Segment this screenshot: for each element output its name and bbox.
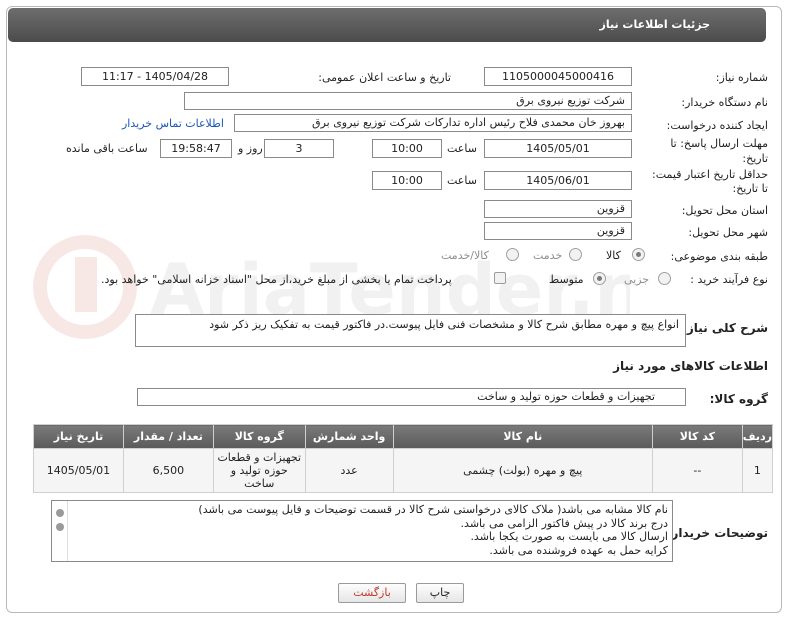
col-header-code: کد کالا bbox=[651, 424, 743, 449]
delivery-province-field: قزوین bbox=[484, 200, 632, 218]
col-header-unit: واحد شمارش bbox=[304, 424, 394, 449]
deadline-date-field: 1405/05/01 bbox=[484, 139, 632, 158]
col-header-date: تاریخ نیاز bbox=[33, 424, 124, 449]
buyer-org-label: نام دستگاه خریدار: bbox=[681, 96, 768, 109]
goods-section-title: اطلاعات کالاهای مورد نیاز bbox=[613, 359, 768, 373]
delivery-province-label: استان محل تحویل: bbox=[681, 204, 768, 217]
announce-datetime-field: 1405/04/28 - 11:17 bbox=[81, 67, 229, 86]
announce-datetime-label: تاریخ و ساعت اعلان عمومی: bbox=[318, 71, 451, 84]
col-header-name: نام کالا bbox=[392, 424, 653, 449]
price-validity-label: حداقل تاریخ اعتبار قیمت: bbox=[652, 168, 768, 181]
cell-row: 1 bbox=[741, 448, 774, 493]
cell-name: پیچ و مهره (بولت) چشمی bbox=[392, 448, 653, 493]
price-validity-label-line2: تا تاریخ: bbox=[732, 182, 768, 195]
category-radio-goods[interactable] bbox=[632, 248, 645, 261]
cell-group: تجهیزات و قطعات حوزه تولید و ساخت bbox=[212, 448, 306, 493]
scroll-down-icon[interactable] bbox=[56, 523, 64, 531]
deadline-remaining-field: 19:58:47 bbox=[160, 139, 232, 158]
goods-group-field: تجهیزات و قطعات حوزه تولید و ساخت bbox=[137, 388, 686, 406]
notes-scrollbar[interactable] bbox=[52, 501, 68, 561]
treasury-payment-note: پرداخت تمام یا بخشی از مبلغ خرید،از محل … bbox=[101, 273, 452, 286]
category-label: طبقه بندی موضوعی: bbox=[670, 250, 768, 263]
process-radio-medium[interactable] bbox=[593, 272, 606, 285]
items-table: ردیف کد کالا نام کالا واحد شمارش گروه کا… bbox=[33, 424, 774, 493]
col-header-group: گروه کالا bbox=[212, 424, 306, 449]
delivery-city-field: قزوین bbox=[484, 222, 632, 240]
process-option-minor: جزیی bbox=[624, 273, 650, 286]
items-table-header: ردیف کد کالا نام کالا واحد شمارش گروه کا… bbox=[33, 424, 774, 449]
cell-code: -- bbox=[651, 448, 743, 493]
process-option-medium: متوسط bbox=[549, 273, 584, 286]
col-header-row: ردیف bbox=[741, 424, 774, 449]
requester-label: ایجاد کننده درخواست: bbox=[666, 119, 768, 132]
description-field: انواع پیچ و مهره مطابق شرح کالا و مشخصات… bbox=[135, 314, 686, 347]
category-radio-goods-service[interactable] bbox=[506, 248, 519, 261]
category-option-service: خدمت bbox=[533, 249, 563, 262]
delivery-city-label: شهر محل تحویل: bbox=[688, 226, 768, 239]
buyer-note-line: درج برند کالا در پیش فاکتور الزامی می با… bbox=[460, 516, 668, 530]
col-header-qty: تعداد / مقدار bbox=[122, 424, 214, 449]
page-title: جزئیات اطلاعات نیاز bbox=[599, 18, 711, 31]
category-option-goods-service: کالا/خدمت bbox=[441, 249, 489, 262]
process-radio-minor[interactable] bbox=[658, 272, 671, 285]
deadline-time-label: ساعت bbox=[447, 142, 477, 155]
deadline-label-line2: تاریخ: bbox=[742, 152, 768, 165]
deadline-label: مهلت ارسال پاسخ: تا bbox=[670, 137, 768, 150]
cell-unit: عدد bbox=[304, 448, 394, 493]
price-validity-date-field: 1405/06/01 bbox=[484, 171, 632, 190]
goods-group-label: گروه کالا: bbox=[709, 392, 768, 406]
back-button[interactable]: بازگشت bbox=[338, 583, 406, 603]
purchase-process-label: نوع فرآیند خرید : bbox=[690, 273, 768, 286]
category-radio-service[interactable] bbox=[569, 248, 582, 261]
cell-qty: 6,500 bbox=[122, 448, 214, 493]
description-label: شرح کلی نیاز: bbox=[682, 321, 768, 335]
requester-field: بهروز خان محمدی فلاح رئیس اداره تدارکات … bbox=[234, 114, 632, 132]
buyer-note-line: نام کالا مشابه می باشد( ملاک کالای درخوا… bbox=[198, 503, 668, 516]
buyer-note-line: کرایه حمل به عهده فروشنده می باشد. bbox=[489, 543, 668, 557]
deadline-remaining-label: ساعت باقی مانده bbox=[66, 142, 148, 155]
buyer-notes-label: توضیحات خریدار: bbox=[666, 526, 768, 540]
treasury-payment-checkbox[interactable] bbox=[494, 272, 506, 284]
cell-date: 1405/05/01 bbox=[33, 448, 124, 493]
scroll-up-icon[interactable] bbox=[56, 509, 64, 517]
panel-header: جزئیات اطلاعات نیاز bbox=[8, 8, 766, 42]
need-number-field: 1105000045000416 bbox=[484, 67, 632, 86]
price-validity-time-field: 10:00 bbox=[372, 171, 442, 190]
buyer-note-line: ارسال کالا می بایست به صورت یکجا باشد. bbox=[470, 530, 668, 543]
buyer-notes-field: نام کالا مشابه می باشد( ملاک کالای درخوا… bbox=[51, 500, 673, 562]
deadline-days-label: روز و bbox=[238, 142, 263, 155]
category-option-goods: کالا bbox=[606, 249, 621, 262]
deadline-time-field: 10:00 bbox=[372, 139, 442, 158]
price-validity-time-label: ساعت bbox=[447, 174, 477, 187]
buyer-org-field: شرکت توزیع نیروی برق bbox=[184, 92, 632, 110]
buyer-contact-link[interactable]: اطلاعات تماس خریدار bbox=[122, 117, 224, 130]
table-row: 1 -- پیچ و مهره (بولت) چشمی عدد تجهیزات … bbox=[33, 448, 774, 493]
print-button[interactable]: چاپ bbox=[416, 583, 464, 603]
deadline-days-field: 3 bbox=[264, 139, 334, 158]
need-number-label: شماره نیاز: bbox=[715, 71, 768, 84]
